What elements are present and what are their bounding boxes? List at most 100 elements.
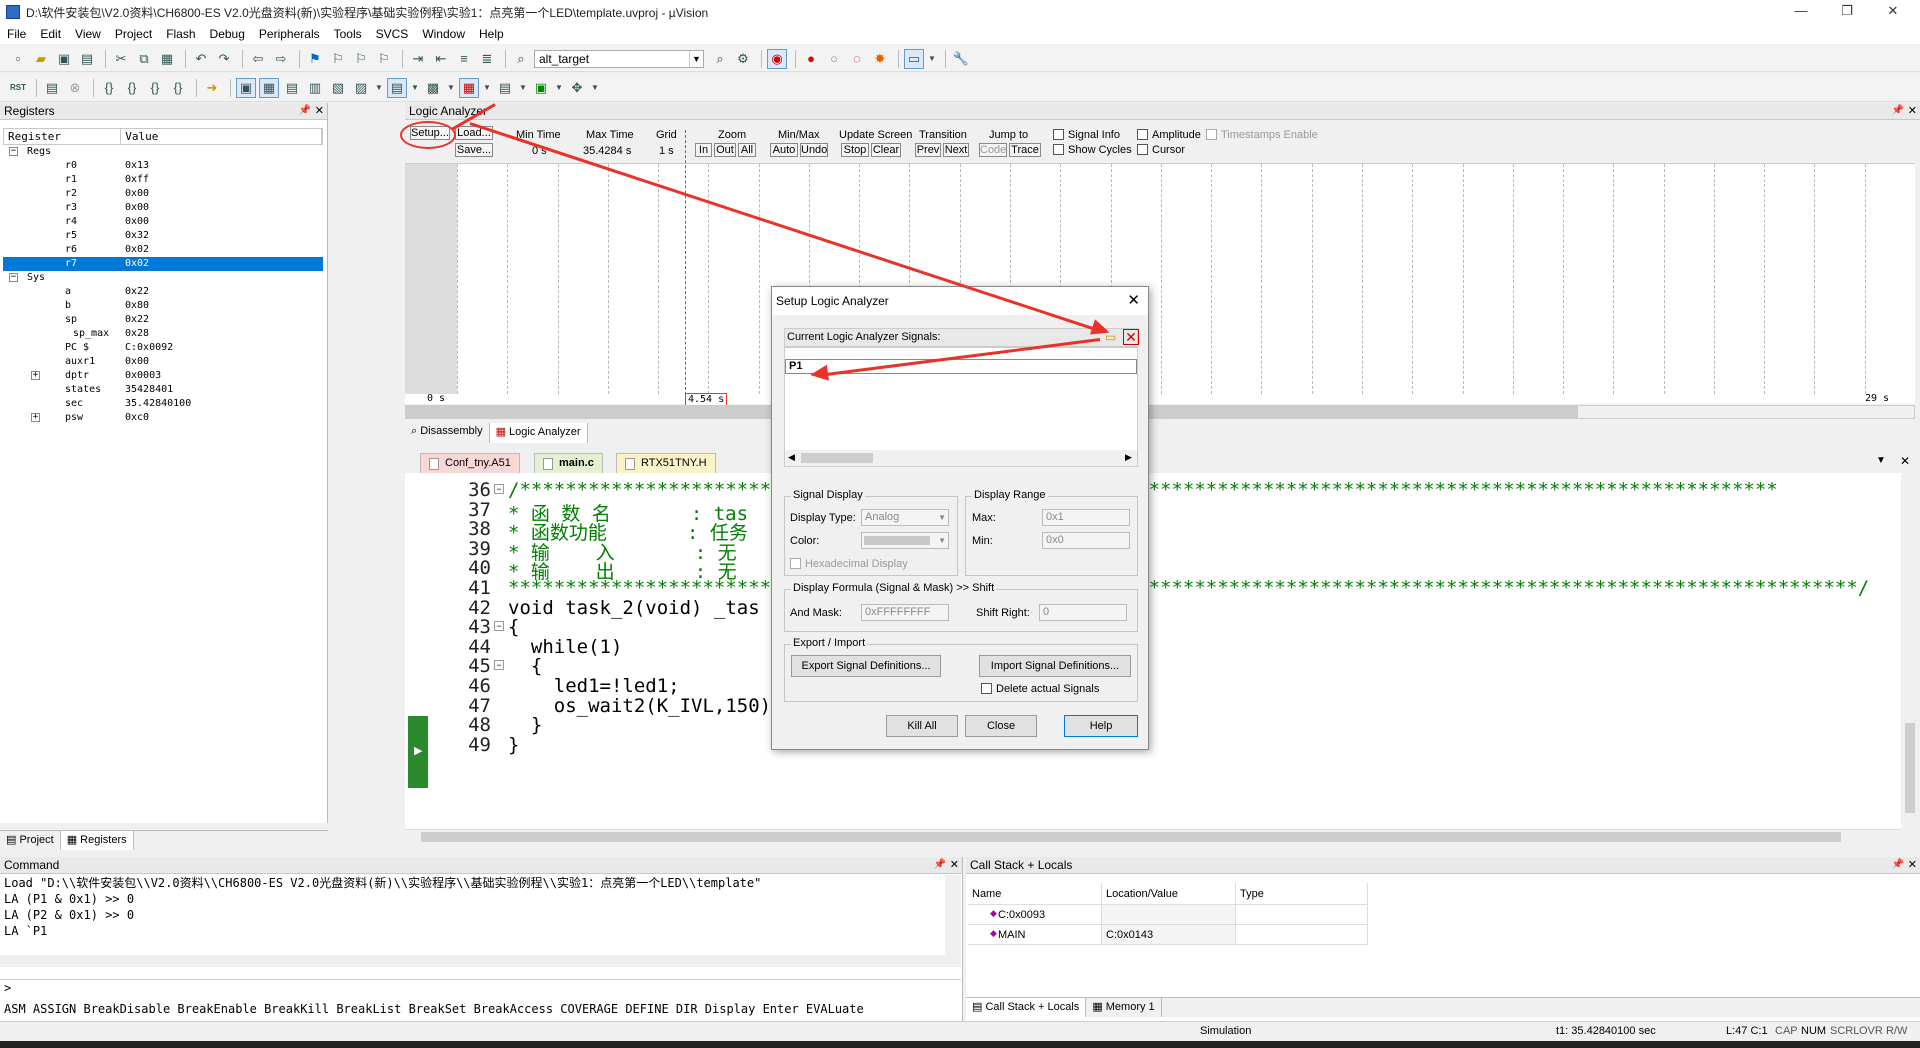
comment-icon[interactable]: ≡ [454, 49, 474, 69]
zoom-all-button[interactable]: All [738, 143, 756, 157]
indent-icon[interactable]: ⇥ [408, 49, 428, 69]
expand-icon[interactable]: + [31, 413, 40, 422]
command-window-icon[interactable]: ▣ [236, 77, 256, 98]
bookmark-clear-icon[interactable]: ⚐ [374, 49, 394, 69]
run-icon[interactable]: ▤ [42, 78, 62, 98]
reset-icon[interactable]: RST [8, 78, 28, 98]
find-in-files-icon[interactable]: ⌕ [511, 49, 531, 69]
start-debug-icon[interactable]: ◉ [767, 48, 787, 69]
help-button[interactable]: Help [1064, 715, 1138, 737]
table-row[interactable]: ◆ MAIN C:0x0143 [968, 925, 1368, 945]
window-layout-icon[interactable]: ▭ [904, 48, 924, 69]
amplitude-checkbox[interactable]: Amplitude [1137, 129, 1201, 141]
debug-settings-icon[interactable]: ⚙ [733, 49, 753, 69]
breakpoint-insert-icon[interactable]: ● [801, 49, 821, 69]
call-stack-window-icon[interactable]: ▧ [328, 78, 348, 98]
fold-toggle-icon[interactable]: − [494, 621, 504, 632]
tab-conf-tny[interactable]: Conf_tny.A51 [420, 453, 520, 473]
tab-disassembly[interactable]: ⌕ Disassembly [405, 423, 490, 443]
signals-list-scrollbar[interactable]: ◀ ▶ [785, 450, 1137, 466]
register-row-r0[interactable]: r0 0x13 [3, 159, 323, 173]
max-input[interactable]: 0x1 [1042, 509, 1130, 526]
signal-info-checkbox[interactable]: Signal Info [1053, 129, 1120, 141]
system-viewer-icon[interactable]: ▣ [531, 78, 551, 98]
register-row-r3[interactable]: r3 0x00 [3, 201, 323, 215]
step-into-icon[interactable]: {} [99, 78, 119, 98]
symbols-window-icon[interactable]: ▤ [282, 78, 302, 98]
register-row-b[interactable]: b 0x80 [3, 299, 323, 313]
chevron-down-icon[interactable]: ▼ [518, 78, 528, 98]
chevron-down-icon[interactable]: ▼ [446, 78, 456, 98]
tab-logic-analyzer[interactable]: ▦ Logic Analyzer [489, 423, 588, 443]
close-icon[interactable]: ✕ [950, 857, 959, 873]
tab-main-c[interactable]: main.c [534, 453, 603, 473]
register-row-r1[interactable]: r1 0xff [3, 173, 323, 187]
chevron-down-icon[interactable]: ▼ [410, 78, 420, 98]
nav-forward-icon[interactable]: ⇨ [271, 49, 291, 69]
pin-icon[interactable]: 📌 [1892, 103, 1904, 119]
menu-flash[interactable]: Flash [159, 27, 202, 41]
collapse-icon[interactable]: − [9, 147, 18, 156]
menu-help[interactable]: Help [472, 27, 511, 41]
delete-signals-checkbox[interactable]: Delete actual Signals [981, 683, 1099, 695]
tab-memory-1[interactable]: ▦ Memory 1 [1086, 998, 1162, 1017]
trace-button[interactable]: Trace [1009, 143, 1041, 157]
watch-window-icon[interactable]: ▨ [351, 78, 371, 98]
find-icon[interactable]: ⌕ [710, 49, 730, 69]
command-vertical-scrollbar[interactable] [945, 875, 961, 955]
menu-svcs[interactable]: SVCS [369, 27, 416, 41]
bookmark-icon[interactable]: ⚑ [305, 49, 325, 69]
save-button[interactable]: Save... [455, 143, 493, 157]
code-button[interactable]: Code [979, 143, 1007, 157]
bookmark-next-icon[interactable]: ⚐ [351, 49, 371, 69]
command-horizontal-scrollbar[interactable] [0, 955, 961, 967]
auto-button[interactable]: Auto [770, 143, 798, 157]
chevron-right-icon[interactable]: ▶ [1125, 452, 1132, 463]
close-icon[interactable]: ✕ [1908, 857, 1917, 873]
display-type-select[interactable]: Analog ▼ [861, 509, 949, 526]
wrench-icon[interactable]: 🔧 [951, 49, 971, 69]
register-row-r5[interactable]: r5 0x32 [3, 229, 323, 243]
chevron-down-icon[interactable]: ▼ [927, 49, 937, 69]
import-signals-button[interactable]: Import Signal Definitions... [979, 655, 1131, 677]
tabs-dropdown-icon[interactable]: ▼ [1876, 455, 1886, 466]
menu-window[interactable]: Window [415, 27, 472, 41]
code-line[interactable]: os_wait2(K_IVL,150); [508, 695, 783, 717]
min-input[interactable]: 0x0 [1042, 532, 1130, 549]
memory-window-icon[interactable]: ▤ [387, 77, 407, 98]
stop-button[interactable]: Stop [841, 143, 869, 157]
undo-button[interactable]: Undo [800, 143, 828, 157]
show-cycles-checkbox[interactable]: Show Cycles [1053, 144, 1132, 156]
undo-icon[interactable]: ↶ [191, 49, 211, 69]
menu-peripherals[interactable]: Peripherals [252, 27, 327, 41]
and-mask-input[interactable]: 0xFFFFFFFF [861, 604, 949, 621]
close-icon[interactable]: ✕ [1900, 454, 1910, 468]
save-icon[interactable]: ▣ [54, 49, 74, 69]
cursor-checkbox[interactable]: Cursor [1137, 144, 1185, 156]
register-row-sp_max[interactable]: sp_max 0x28 [3, 327, 323, 341]
analysis-window-icon[interactable]: ▦ [459, 77, 479, 98]
tab-call-stack[interactable]: ▤ Call Stack + Locals [966, 998, 1087, 1017]
timestamps-checkbox[interactable]: Timestamps Enable [1206, 129, 1318, 141]
register-row-dptr[interactable]: + dptr 0x0003 [3, 369, 323, 383]
register-row-psw[interactable]: + psw 0xc0 [3, 411, 323, 425]
close-icon[interactable]: ✕ [315, 103, 324, 119]
registers-window-icon[interactable]: ▥ [305, 78, 325, 98]
register-row-sp[interactable]: sp 0x22 [3, 313, 323, 327]
register-row-r4[interactable]: r4 0x00 [3, 215, 323, 229]
maximize-button[interactable]: ❐ [1824, 0, 1870, 24]
la-horizontal-scrollbar[interactable] [405, 405, 1915, 419]
shift-right-input[interactable]: 0 [1039, 604, 1127, 621]
menu-project[interactable]: Project [108, 27, 159, 41]
serial-window-icon[interactable]: ▩ [423, 78, 443, 98]
redo-icon[interactable]: ↷ [214, 49, 234, 69]
run-to-cursor-icon[interactable]: {} [168, 78, 188, 98]
command-output[interactable]: Load "D:\\软件安装包\\V2.0资料\\CH6800-ES V2.0光… [0, 875, 945, 955]
signals-list[interactable]: P1 ◀ ▶ [784, 347, 1138, 467]
save-all-icon[interactable]: ▤ [77, 49, 97, 69]
editor-vertical-scrollbar[interactable] [1901, 473, 1920, 829]
next-button[interactable]: Next [943, 143, 969, 157]
scrollbar-thumb[interactable] [1905, 723, 1915, 813]
chevron-down-icon[interactable]: ▼ [554, 78, 564, 98]
col-value[interactable]: Value [121, 129, 322, 144]
